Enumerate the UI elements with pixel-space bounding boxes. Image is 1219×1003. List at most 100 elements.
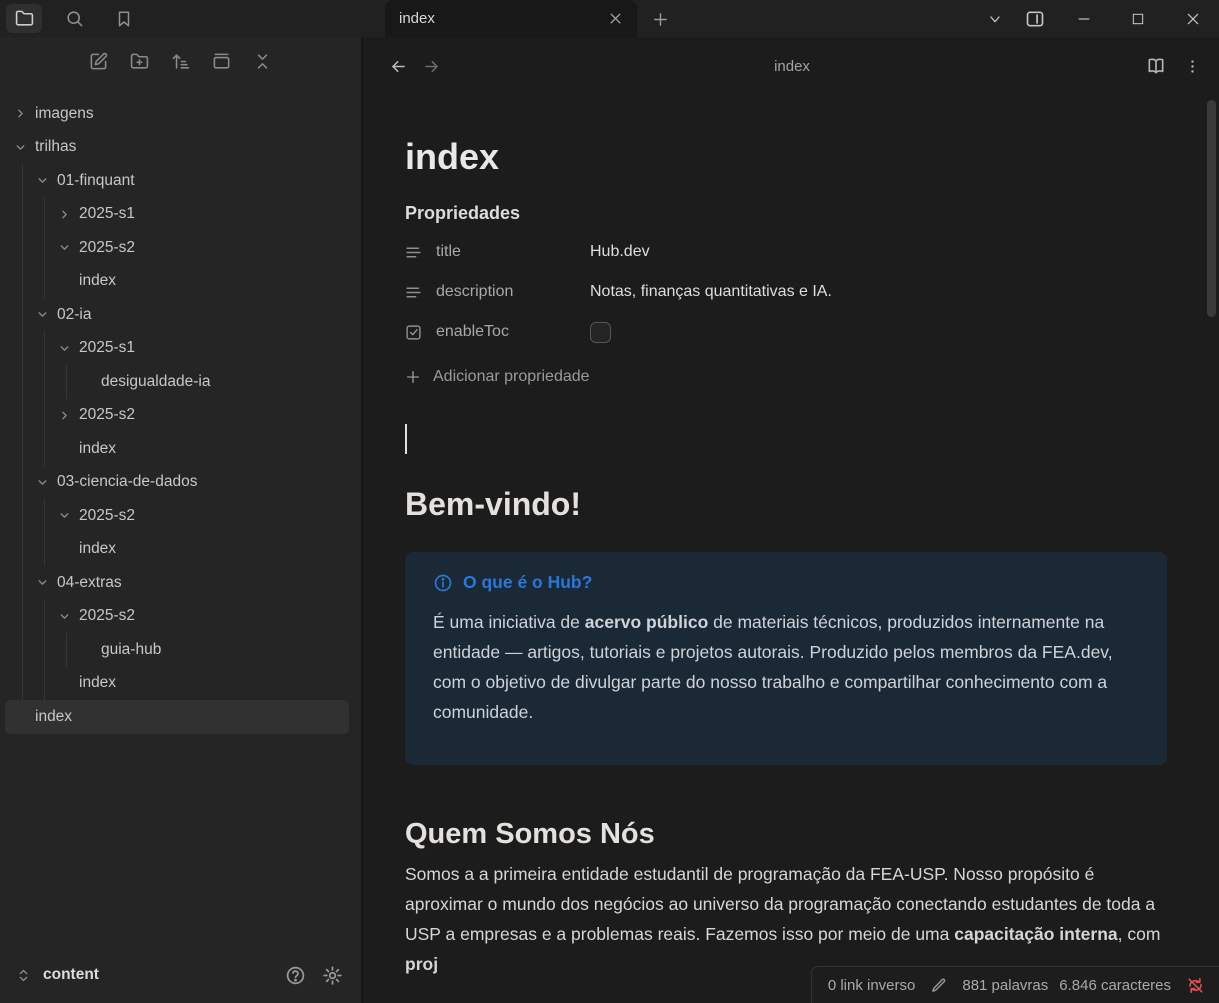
tree-item-label: guia-hub: [101, 641, 161, 659]
tree-file-guia-hub[interactable]: guia-hub: [80, 633, 353, 667]
sidebar-tab-icons: [0, 0, 142, 37]
tree-folder-03-ciencia-de-dados[interactable]: 03-ciencia-de-dados: [36, 466, 353, 500]
text-property-icon: [405, 284, 422, 301]
new-note-button[interactable]: [89, 52, 108, 71]
settings-button[interactable]: [322, 965, 343, 986]
titlebar: index: [0, 0, 1219, 37]
plus-icon: [405, 369, 421, 385]
tree-folder-2025-s2[interactable]: 2025-s2: [58, 399, 353, 433]
add-property-button[interactable]: Adicionar propriedade: [405, 360, 1167, 394]
tree-folder-04-extras[interactable]: 04-extras: [36, 566, 353, 600]
chevron-right-icon[interactable]: [58, 409, 72, 422]
tree-children: guia-hub: [66, 633, 353, 667]
chevron-down-icon[interactable]: [58, 509, 72, 522]
minimize-button[interactable]: [1071, 6, 1097, 32]
property-key-label[interactable]: enableToc: [436, 323, 509, 341]
word-count[interactable]: 881 palavras: [962, 977, 1048, 994]
tree-item-label: 2025-s1: [79, 339, 135, 357]
tree-folder-2025-s1[interactable]: 2025-s1: [58, 198, 353, 232]
tab-close-icon[interactable]: [608, 11, 623, 26]
chevron-right-icon[interactable]: [58, 208, 72, 221]
property-value[interactable]: Notas, finanças quantitativas e IA.: [590, 283, 832, 301]
collapse-all-button[interactable]: [253, 52, 272, 71]
stacked-panels-button[interactable]: [212, 52, 231, 71]
files-tab-button[interactable]: [6, 4, 42, 33]
sync-disabled-icon[interactable]: [1186, 976, 1205, 995]
enabletoc-checkbox[interactable]: [590, 322, 611, 343]
note-pane: index index Propriedades: [365, 37, 1219, 1003]
bookmarks-tab-button[interactable]: [106, 4, 142, 33]
search-tab-button[interactable]: [56, 4, 92, 33]
tree-item-label: imagens: [35, 105, 94, 123]
inline-title[interactable]: index: [405, 135, 1167, 179]
chevron-down-icon[interactable]: [36, 576, 50, 589]
tree-file-desigualdade-ia[interactable]: desigualdade-ia: [80, 365, 353, 399]
tree-file-index[interactable]: index: [5, 700, 349, 734]
tree-folder-02-ia[interactable]: 02-ia: [36, 298, 353, 332]
more-options-button[interactable]: [1184, 58, 1201, 75]
tree-file-index[interactable]: index: [58, 265, 353, 299]
backlinks-count[interactable]: 0 link inverso: [828, 977, 916, 994]
tree-item-label: desigualdade-ia: [101, 373, 210, 391]
file-explorer-toolbar: [0, 37, 361, 84]
chevron-down-icon[interactable]: [58, 342, 72, 355]
tree-children: 2025-s2 guia-hub index: [44, 600, 353, 701]
vault-name: content: [43, 966, 99, 984]
tree-item-label: 2025-s2: [79, 507, 135, 525]
new-tab-button[interactable]: [648, 7, 672, 31]
maximize-button[interactable]: [1125, 6, 1151, 32]
tree-item-label: index: [79, 440, 116, 458]
reading-view-button[interactable]: [1146, 56, 1166, 76]
property-key-label[interactable]: title: [436, 243, 461, 261]
property-row-description[interactable]: description Notas, finanças quantitativa…: [405, 272, 1167, 312]
tab-index[interactable]: index: [385, 0, 637, 37]
tree-file-index[interactable]: index: [58, 533, 353, 567]
scrollbar-thumb[interactable]: [1207, 100, 1216, 317]
sort-order-button[interactable]: [171, 52, 190, 71]
vault-switcher[interactable]: content: [16, 966, 99, 984]
close-window-button[interactable]: [1180, 6, 1206, 32]
chevron-down-icon[interactable]: [36, 476, 50, 489]
editor[interactable]: index Propriedades title Hub.dev: [365, 95, 1219, 1003]
chevron-down-icon[interactable]: [14, 141, 28, 154]
new-folder-button[interactable]: [130, 52, 149, 71]
bookmark-icon: [115, 10, 133, 28]
close-icon: [1185, 11, 1201, 27]
tree-folder-2025-s2[interactable]: 2025-s2: [58, 600, 353, 634]
properties-list: title Hub.dev description Notas, finança…: [405, 232, 1167, 352]
property-row-enabletoc[interactable]: enableToc: [405, 312, 1167, 352]
chevron-down-icon[interactable]: [58, 241, 72, 254]
tree-item-label: trilhas: [35, 138, 76, 156]
vault-actions: [285, 965, 343, 986]
property-key-label[interactable]: description: [436, 283, 513, 301]
tree-folder-2025-s1[interactable]: 2025-s1: [58, 332, 353, 366]
tree-item-label: 01-finquant: [57, 172, 135, 190]
about-paragraph: Somos a a primeira entidade estudantil d…: [405, 859, 1167, 979]
note-header-title: index: [365, 37, 1219, 95]
tree-folder-trilhas[interactable]: trilhas: [14, 131, 353, 165]
chevron-down-icon[interactable]: [36, 308, 50, 321]
edit-mode-icon[interactable]: [930, 977, 947, 994]
tree-folder-01-finquant[interactable]: 01-finquant: [36, 164, 353, 198]
tree-folder-imagens[interactable]: imagens: [14, 97, 353, 131]
tree-folder-2025-s2[interactable]: 2025-s2: [58, 231, 353, 265]
help-button[interactable]: [285, 965, 306, 986]
chevron-down-icon[interactable]: [36, 174, 50, 187]
tree-children: desigualdade-ia: [66, 365, 353, 399]
toggle-right-sidebar-button[interactable]: [1022, 6, 1048, 32]
tree-folder-2025-s2[interactable]: 2025-s2: [58, 499, 353, 533]
folder-icon: [15, 9, 34, 28]
tree-item-label: 04-extras: [57, 574, 122, 592]
chevron-right-icon[interactable]: [14, 107, 28, 120]
chevron-down-icon[interactable]: [58, 610, 72, 623]
vault-footer: content: [0, 947, 359, 1003]
character-count[interactable]: 6.846 caracteres: [1059, 977, 1171, 994]
property-value[interactable]: Hub.dev: [590, 243, 650, 261]
maximize-icon: [1131, 12, 1145, 26]
tree-file-index[interactable]: index: [58, 667, 353, 701]
tab-list-button[interactable]: [982, 6, 1008, 32]
panel-right-icon: [1025, 9, 1045, 29]
property-row-title[interactable]: title Hub.dev: [405, 232, 1167, 272]
tree-file-index[interactable]: index: [58, 432, 353, 466]
note-header: index: [365, 37, 1219, 95]
